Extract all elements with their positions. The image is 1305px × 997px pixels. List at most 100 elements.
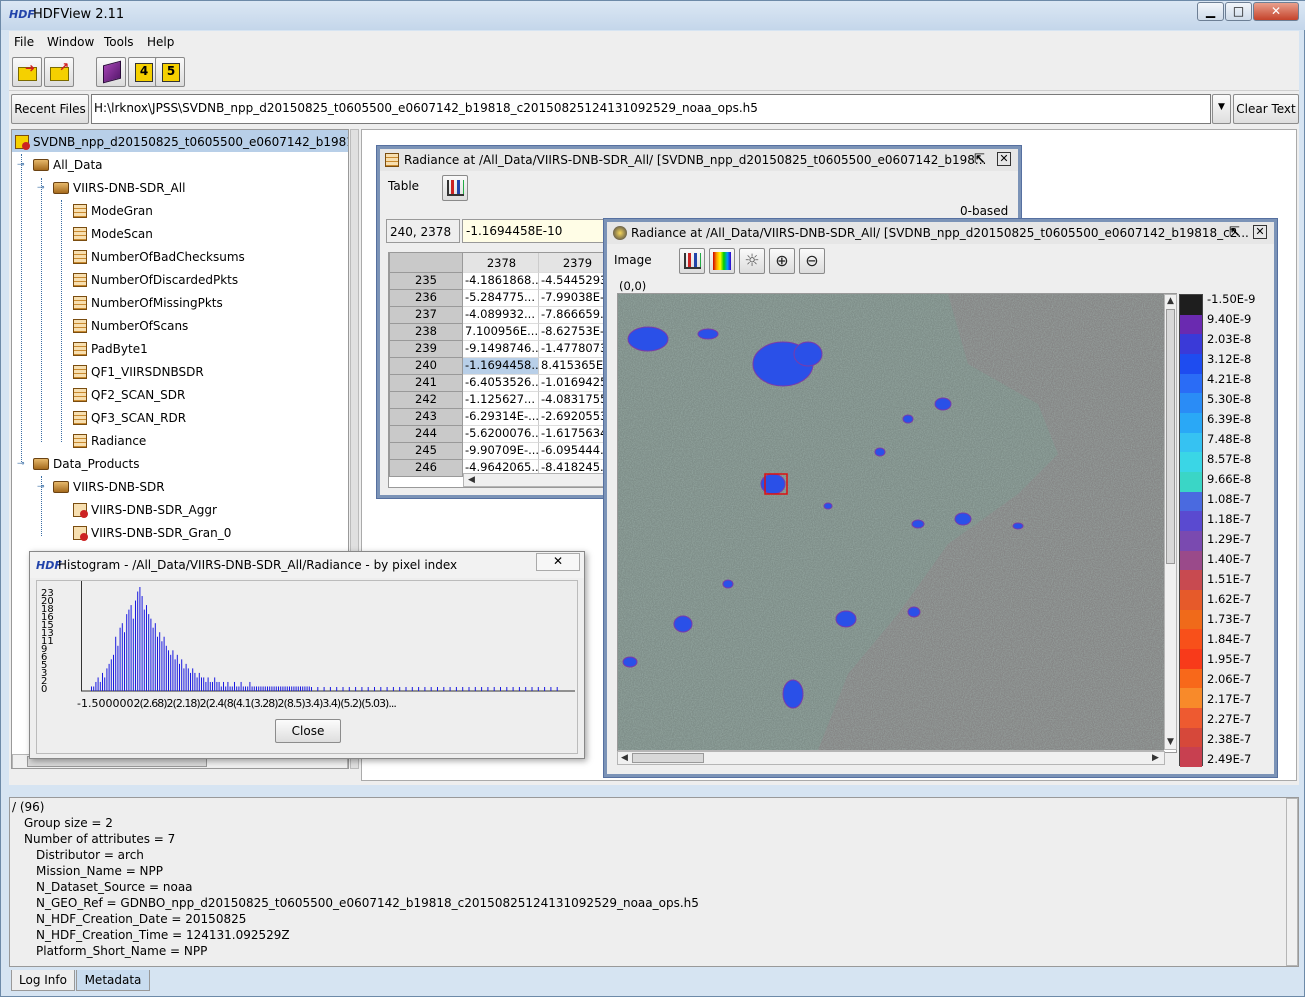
detach-icon[interactable]: ⇱ — [1229, 225, 1240, 240]
tree-node-dataset[interactable]: ModeGran — [73, 201, 153, 221]
tab-log-info[interactable]: Log Info — [11, 970, 75, 991]
menu-image[interactable]: Image — [614, 253, 652, 267]
menu-table[interactable]: Table — [388, 179, 419, 193]
table-cell[interactable]: -5.6200076... — [463, 426, 539, 443]
recent-files-button[interactable]: Recent Files — [11, 94, 89, 124]
tree-node-viirs-all[interactable]: VIIRS-DNB-SDR_All — [53, 178, 185, 198]
menu-file[interactable]: File — [14, 35, 34, 49]
open-file-button[interactable]: ➜ — [12, 57, 42, 87]
table-cell[interactable]: -4.1861868... — [463, 273, 539, 290]
menu-window[interactable]: Window — [47, 35, 94, 49]
row-header[interactable]: 244 — [389, 426, 463, 443]
tree-node-dataset[interactable]: ModeScan — [73, 224, 153, 244]
users-guide-button[interactable] — [96, 57, 126, 87]
scroll-up-icon[interactable]: ▲ — [1167, 296, 1174, 306]
clear-text-button[interactable]: Clear Text — [1233, 94, 1299, 124]
zoom-in-button[interactable]: ⊕ — [769, 248, 795, 274]
tree-node-dataset[interactable]: PadByte1 — [73, 339, 148, 359]
table-cell[interactable]: 8.415365E... — [539, 358, 613, 375]
expand-toggle-icon[interactable]: ⊸ — [37, 483, 46, 492]
row-header[interactable]: 239 — [389, 341, 463, 358]
row-header[interactable]: 241 — [389, 375, 463, 392]
table-cell[interactable]: -1.125627... — [463, 392, 539, 409]
row-header[interactable]: 242 — [389, 392, 463, 409]
scroll-right-icon[interactable]: ▶ — [1152, 753, 1159, 763]
column-header[interactable]: 2378 — [463, 253, 539, 273]
scroll-left-icon[interactable]: ◀ — [468, 475, 475, 485]
row-header[interactable]: 240 — [389, 358, 463, 375]
row-header[interactable]: 245 — [389, 443, 463, 460]
table-cell[interactable]: -1.4778073 — [539, 341, 613, 358]
tree-node-product[interactable]: VIIRS-DNB-SDR_Gran_0 — [73, 523, 231, 543]
table-horizontal-scrollbar[interactable]: ◀ — [463, 473, 613, 487]
table-cell[interactable]: -4.5445293 — [539, 273, 613, 290]
tree-node-dataset[interactable]: NumberOfScans — [73, 316, 188, 336]
row-header[interactable]: 246 — [389, 460, 463, 477]
data-table[interactable]: 2378 2379 235 -4.1861868... -4.5445293 236-… — [388, 252, 614, 488]
table-cell[interactable]: -4.089932... — [463, 307, 539, 324]
table-cell[interactable]: -8.62753E- — [539, 324, 613, 341]
brightness-button[interactable]: ☼ — [739, 248, 765, 274]
hdf5-library-button[interactable]: 5 — [155, 57, 185, 87]
close-icon[interactable]: ✕ — [997, 152, 1011, 166]
scroll-thumb[interactable] — [1166, 309, 1175, 564]
table-cell[interactable]: -5.284775... — [463, 290, 539, 307]
maximize-button[interactable]: □ — [1225, 2, 1252, 21]
column-header[interactable]: 2379 — [539, 253, 613, 273]
recent-files-dropdown[interactable]: ▼ — [1212, 94, 1231, 124]
table-cell[interactable]: -6.4053526... — [463, 375, 539, 392]
open-folder-button[interactable]: ↗ — [44, 57, 74, 87]
scroll-down-icon[interactable]: ▼ — [1167, 737, 1174, 747]
image-view-window[interactable]: Radiance at /All_Data/VIIRS-DNB-SDR_All/… — [604, 219, 1277, 777]
row-header[interactable]: 236 — [389, 290, 463, 307]
table-cell[interactable]: 7.100956E... — [463, 324, 539, 341]
tree-node-dataset[interactable]: NumberOfMissingPkts — [73, 293, 223, 313]
table-cell[interactable]: -2.6920553 — [539, 409, 613, 426]
tree-node-all-data[interactable]: All_Data — [33, 155, 103, 175]
image-vertical-scrollbar[interactable]: ▲ ▼ — [1164, 294, 1177, 750]
row-header[interactable]: 238 — [389, 324, 463, 341]
tree-node-root[interactable]: SVDNB_npp_d20150825_t0605500_e0607142_b1… — [15, 132, 348, 152]
histogram-dialog[interactable]: HDF Histogram - /All_Data/VIIRS-DNB-SDR_… — [29, 551, 585, 759]
tree-node-dataset[interactable]: NumberOfBadChecksums — [73, 247, 245, 267]
table-cell[interactable]: -7.866659... — [539, 307, 613, 324]
histogram-close-x-button[interactable]: ✕ — [536, 553, 580, 571]
detach-icon[interactable]: ⇱ — [974, 152, 985, 167]
tree-node-dataset[interactable]: NumberOfDiscardedPkts — [73, 270, 238, 290]
tree-node-dataset[interactable]: QF1_VIIRSDNBSDR — [73, 362, 204, 382]
histogram-button[interactable] — [679, 248, 705, 274]
menu-tools[interactable]: Tools — [104, 35, 134, 49]
metadata-scrollbar[interactable] — [1286, 798, 1298, 966]
zoom-out-button[interactable]: ⊖ — [799, 248, 825, 274]
row-header[interactable]: 243 — [389, 409, 463, 426]
table-cell[interactable]: -1.6175634 — [539, 426, 613, 443]
table-cell[interactable]: -6.095444... — [539, 443, 613, 460]
close-icon[interactable]: ✕ — [1253, 225, 1267, 239]
minimize-button[interactable]: ▁ — [1197, 2, 1224, 21]
tree-node-viirs-sdr[interactable]: VIIRS-DNB-SDR — [53, 477, 165, 497]
image-horizontal-scrollbar[interactable]: ◀ ▶ — [617, 751, 1165, 765]
expand-toggle-icon[interactable]: ⊸ — [17, 161, 26, 170]
table-cell[interactable]: -7.99038E- — [539, 290, 613, 307]
row-header[interactable]: 237 — [389, 307, 463, 324]
tree-node-product[interactable]: VIIRS-DNB-SDR_Aggr — [73, 500, 217, 520]
table-cell[interactable]: -1.0169425 — [539, 375, 613, 392]
table-cell[interactable]: -9.1498746... — [463, 341, 539, 358]
expand-toggle-icon[interactable]: ⊸ — [37, 184, 46, 193]
tree-node-dataset[interactable]: QF3_SCAN_RDR — [73, 408, 186, 428]
expand-toggle-icon[interactable]: ⊸ — [17, 460, 26, 469]
close-window-button[interactable]: ✕ — [1253, 2, 1299, 21]
table-cell[interactable]: -4.0831755 — [539, 392, 613, 409]
tree-node-dataset[interactable]: QF2_SCAN_SDR — [73, 385, 185, 405]
table-cell[interactable]: -9.90709E-... — [463, 443, 539, 460]
tree-node-radiance[interactable]: Radiance — [73, 431, 146, 451]
menu-help[interactable]: Help — [147, 35, 174, 49]
table-cell[interactable]: -6.29314E-... — [463, 409, 539, 426]
cell-value-field[interactable]: -1.1694458E-10 — [462, 219, 612, 243]
palette-button[interactable] — [709, 248, 735, 274]
row-header[interactable]: 235 — [389, 273, 463, 290]
hdf4-library-button[interactable]: 4 — [128, 57, 158, 87]
radiance-image[interactable] — [618, 294, 1164, 750]
table-cell[interactable]: -1.1694458... — [463, 358, 539, 375]
tree-node-data-products[interactable]: Data_Products — [33, 454, 139, 474]
